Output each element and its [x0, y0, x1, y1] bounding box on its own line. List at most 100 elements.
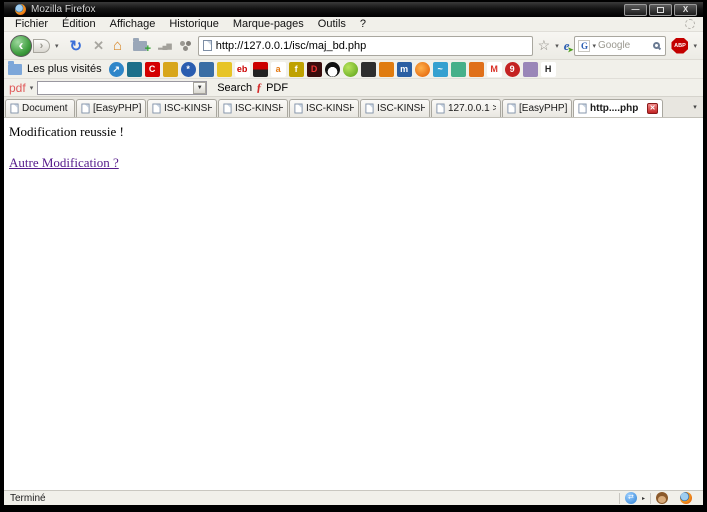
tab-favicon — [10, 103, 19, 114]
bookmark-icon-purple-badge[interactable] — [522, 61, 538, 77]
page-content: Modification reussie ! Autre Modificatio… — [4, 118, 703, 490]
google-engine-icon[interactable]: G — [578, 39, 591, 52]
menu-edition[interactable]: Édition — [55, 18, 103, 30]
tab[interactable]: ISC-KINSHAS... — [147, 99, 217, 117]
tab-favicon — [294, 103, 303, 114]
pdf-label[interactable]: PDF — [266, 82, 288, 94]
tab[interactable]: 127.0.0.1 >> ... — [431, 99, 501, 117]
close-button[interactable]: X — [674, 3, 697, 16]
ietab-status-arrow-icon[interactable]: ▸ — [642, 495, 645, 502]
url-input[interactable] — [215, 39, 528, 52]
tab-label: Document san... — [22, 103, 70, 114]
extension-dots-icon[interactable] — [179, 41, 185, 46]
restore-icon — [657, 6, 664, 13]
bookmark-icon-gold-hand[interactable] — [162, 61, 178, 77]
url-bar[interactable] — [197, 35, 533, 56]
tab-overflow-dropdown-icon[interactable]: ▾ — [688, 100, 702, 114]
bookmark-icon-gmail[interactable]: M — [486, 61, 502, 77]
tab[interactable]: ISC-KINSHAS... — [289, 99, 359, 117]
bookmark-icon-orange-figure[interactable] — [378, 61, 394, 77]
most-visited-label[interactable]: Les plus visités — [27, 63, 102, 75]
bookmark-icon-amazon[interactable]: a — [270, 61, 286, 77]
tab[interactable]: ISC-KINSHAS... — [360, 99, 430, 117]
menu-bar: Fichier Édition Affichage Historique Mar… — [4, 17, 703, 32]
reload-button[interactable]: ↻ — [70, 37, 83, 55]
menu-fichier[interactable]: Fichier — [8, 18, 55, 30]
search-box[interactable]: G ▾ — [574, 35, 667, 56]
pdf-search-label[interactable]: Search — [217, 82, 252, 94]
bookmark-icon-avatar[interactable] — [198, 61, 214, 77]
bookmark-icon-penguin[interactable] — [324, 61, 340, 77]
ietab-arrow-icon: ➤ — [567, 45, 574, 54]
tab-label: 127.0.0.1 >> ... — [448, 103, 496, 114]
menu-affichage[interactable]: Affichage — [103, 18, 163, 30]
bookmark-icon-yellow-bell[interactable] — [216, 61, 232, 77]
tab-label: http....php — [590, 103, 639, 114]
bookmark-icon-ebay[interactable]: eb — [234, 61, 250, 77]
bookmark-icon-game-creature[interactable] — [468, 61, 484, 77]
pdf-search-combobox[interactable]: ▼ — [37, 80, 208, 95]
bookmark-star-icon[interactable]: ☆ — [538, 37, 551, 54]
minimize-button[interactable]: — — [624, 3, 647, 16]
tab-label: ISC-KINSHAS... — [306, 103, 354, 114]
stop-button[interactable]: ✕ — [93, 38, 104, 54]
firefox-icon — [15, 4, 26, 15]
new-folder-icon[interactable] — [133, 37, 151, 55]
restore-button[interactable] — [649, 3, 672, 16]
bookmark-icon-blue-wheel[interactable]: * — [180, 61, 196, 77]
bookmark-icon-dart[interactable]: D — [306, 61, 322, 77]
bookmark-icon-teal-badge[interactable] — [126, 61, 142, 77]
bookmark-icon-letter-m[interactable]: m — [396, 61, 412, 77]
history-dropdown-icon[interactable]: ▾ — [55, 42, 59, 50]
star-dropdown-icon[interactable]: ▾ — [555, 42, 559, 50]
search-icon[interactable] — [653, 42, 661, 49]
pdf-file-icon: ƒ — [256, 80, 263, 94]
bookmark-icon-green-orb[interactable] — [342, 61, 358, 77]
bookmark-icon-orange-orb[interactable] — [414, 61, 430, 77]
home-button[interactable]: ⌂ — [113, 37, 122, 54]
stats-bars-icon[interactable]: ▂▄▆ — [158, 42, 172, 50]
adblock-dropdown-icon[interactable]: ▾ — [693, 42, 697, 50]
bookmark-icon-dolphin[interactable]: ~ — [432, 61, 448, 77]
tab[interactable]: [EasyPHP] - A... — [76, 99, 146, 117]
tab[interactable]: Document san... — [5, 99, 75, 117]
tab-close-icon[interactable]: ✕ — [647, 103, 658, 114]
tab-favicon — [223, 103, 232, 114]
bookmark-icon-script-h[interactable]: H — [540, 61, 556, 77]
pdf-dropdown-icon[interactable]: ▾ — [30, 84, 34, 92]
back-button[interactable]: ‹ — [10, 34, 32, 57]
menu-marque-pages[interactable]: Marque-pages — [226, 18, 311, 30]
tab-strip: Document san... [EasyPHP] - A... ISC-KINSH… — [4, 97, 703, 118]
search-input[interactable] — [598, 40, 652, 51]
menu-historique[interactable]: Historique — [162, 18, 226, 30]
tab-favicon — [436, 103, 445, 114]
tab-active[interactable]: http....php ✕ — [573, 99, 663, 117]
menu-aide[interactable]: ? — [353, 18, 373, 30]
pdf-search-input[interactable] — [38, 81, 194, 94]
ietab-status-icon[interactable]: ⇄ — [624, 492, 637, 504]
menu-outils[interactable]: Outils — [311, 18, 353, 30]
bookmark-icon-letter-c[interactable]: C — [144, 61, 160, 77]
engine-dropdown-icon[interactable]: ▾ — [592, 42, 596, 50]
bookmark-icon-red-badge[interactable]: 9 — [504, 61, 520, 77]
page-favicon — [202, 40, 212, 51]
ietab-button[interactable]: e ➤ — [564, 38, 574, 54]
tab-favicon — [81, 103, 90, 114]
autre-modification-link[interactable]: Autre Modification ? — [9, 155, 119, 171]
pdf-menu-button[interactable]: pdf — [9, 81, 26, 95]
bookmark-icon-free[interactable]: f — [288, 61, 304, 77]
adblock-icon[interactable]: ABP — [671, 37, 689, 54]
tab[interactable]: [EasyPHP] - A... — [502, 99, 572, 117]
greasemonkey-icon[interactable] — [656, 492, 668, 504]
bookmark-icon-globe-arrow[interactable]: ↗ — [108, 61, 124, 77]
bookmark-icon-teal-creature[interactable] — [450, 61, 466, 77]
bookmark-icon-flag[interactable] — [252, 61, 268, 77]
tab[interactable]: ISC-KINSHAS... — [218, 99, 288, 117]
most-visited-folder-icon[interactable] — [8, 60, 22, 75]
bookmark-icon-dark-face[interactable] — [360, 61, 376, 77]
forward-button[interactable]: › — [33, 38, 50, 53]
combo-dropdown-icon[interactable]: ▼ — [193, 81, 207, 94]
tab-favicon — [507, 103, 516, 114]
throbber-icon — [685, 19, 695, 29]
firefox-status-icon[interactable] — [680, 492, 692, 504]
